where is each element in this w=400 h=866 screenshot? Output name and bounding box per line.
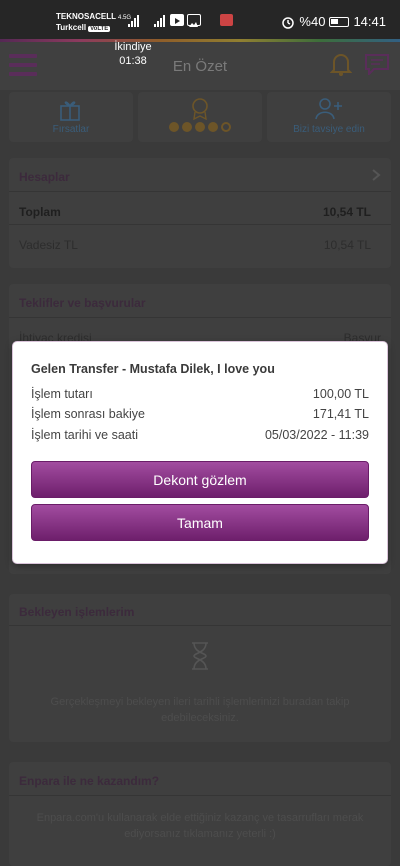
carrier-info: TEKNOSACELL Turkcell VoLTE [56, 11, 116, 35]
level-dot-filled [195, 122, 205, 132]
carrier-name-2: Turkcell [56, 23, 87, 32]
dialog-label: İşlem tutarı [31, 387, 93, 401]
bell-icon[interactable] [330, 52, 352, 76]
gains-card[interactable]: Enpara ile ne kazandım? Enpara.com'u kul… [9, 762, 391, 866]
notification-app-icon [220, 14, 233, 26]
app-header: En Özet [0, 42, 400, 90]
dialog-row-amount: İşlem tutarı 100,00 TL [31, 387, 369, 401]
dialog-label: İşlem sonrası bakiye [31, 407, 145, 421]
dialog-row-datetime: İşlem tarihi ve saati 05/03/2022 - 11:39 [31, 428, 369, 442]
signal-icon [128, 15, 139, 27]
account-row-demand[interactable]: Vadesiz TL 10,54 TL [19, 238, 371, 252]
dialog-value: 100,00 TL [312, 387, 369, 401]
battery-icon [329, 16, 350, 27]
quick-action-campaigns[interactable]: Fırsatlar [9, 92, 133, 142]
accounts-card[interactable]: Hesaplar Toplam 10,54 TL Vadesiz TL 10,5… [9, 158, 391, 268]
carrier-name-1: TEKNOSACELL [56, 12, 116, 21]
chat-icon[interactable] [364, 53, 390, 75]
prayer-name: İkindiye [114, 41, 152, 53]
quick-action-refer[interactable]: Bizi tavsiye edin [267, 92, 391, 142]
dialog-row-balance: İşlem sonrası bakiye 171,41 TL [31, 407, 369, 421]
pending-card: Bekleyen işlemlerim Gerçekleşmeyi bekley… [9, 594, 391, 742]
quick-action-label: Fırsatlar [52, 124, 90, 135]
level-dot-filled [169, 122, 179, 132]
accounts-title: Hesaplar [19, 170, 70, 184]
volte-badge: VoLTE [88, 26, 111, 32]
prayer-countdown: 01:38 [119, 55, 147, 67]
quick-action-label: Bizi tavsiye edin [293, 124, 365, 135]
status-bar: TEKNOSACELL Turkcell VoLTE 4.5G %40 14:41 [0, 0, 400, 42]
transfer-dialog: Gelen Transfer - Mustafa Dilek, I love y… [13, 342, 387, 563]
account-row-total[interactable]: Toplam 10,54 TL [19, 205, 371, 219]
pending-title: Bekleyen işlemlerim [19, 605, 135, 619]
account-name: Toplam [19, 205, 61, 219]
level-dot-filled [182, 122, 192, 132]
quick-action-level[interactable] [138, 92, 262, 142]
prayer-time-overlay: İkindiye 01:38 [110, 40, 156, 68]
hourglass-icon [192, 642, 208, 670]
gains-title: Enpara ile ne kazandım? [19, 774, 160, 788]
signal-2-icon [154, 15, 165, 27]
level-dot-filled [208, 122, 218, 132]
status-right: %40 14:41 [281, 14, 386, 29]
account-name: Vadesiz TL [19, 238, 78, 252]
pending-message: Gerçekleşmeyi bekleyen ileri tarihli işl… [50, 696, 350, 724]
account-amount: 10,54 TL [323, 238, 371, 252]
chevron-right-icon [372, 169, 381, 181]
clock: 14:41 [353, 14, 386, 29]
add-user-icon [315, 98, 342, 120]
gains-message: Enpara.com'u kullanarak elde ettiğiniz k… [36, 812, 364, 840]
account-amount: 10,54 TL [322, 205, 371, 219]
dialog-label: İşlem tarihi ve saati [31, 428, 138, 442]
dialog-value: 05/03/2022 - 11:39 [264, 428, 369, 442]
gift-icon [60, 101, 80, 121]
gallery-icon [187, 14, 201, 27]
alarm-icon [282, 16, 295, 29]
offers-title: Teklifler ve başvurular [19, 296, 146, 310]
level-dot-empty [221, 122, 231, 132]
youtube-icon [170, 14, 184, 26]
dialog-value: 171,41 TL [312, 407, 369, 421]
ok-button[interactable]: Tamam [31, 504, 369, 541]
receipt-button[interactable]: Dekont gözlem [31, 461, 369, 498]
medal-icon [192, 98, 208, 120]
battery-percent: %40 [299, 14, 326, 29]
level-indicator [138, 122, 262, 132]
dialog-title: Gelen Transfer - Mustafa Dilek, I love y… [31, 362, 275, 376]
